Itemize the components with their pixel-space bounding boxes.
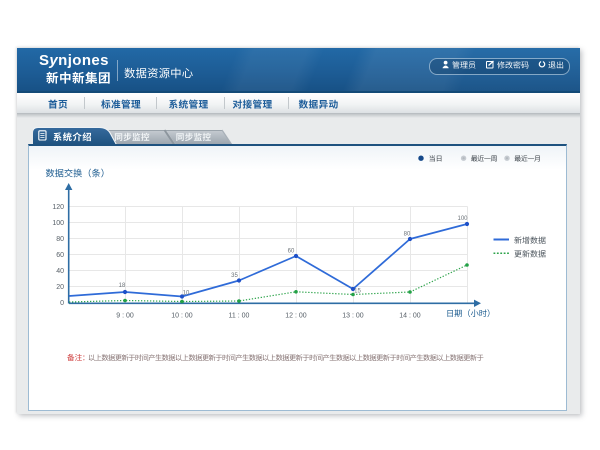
svg-text:10: 10 — [183, 291, 190, 297]
svg-text:0: 0 — [60, 300, 64, 307]
svg-text:100: 100 — [457, 216, 468, 222]
svg-text:20: 20 — [56, 284, 64, 291]
svg-text:13 : 00: 13 : 00 — [342, 312, 364, 319]
svg-text:80: 80 — [56, 236, 64, 243]
svg-text:14 : 00: 14 : 00 — [399, 312, 421, 319]
svg-text:11 : 00: 11 : 00 — [229, 312, 250, 319]
svg-text:120: 120 — [52, 204, 64, 211]
svg-text:35: 35 — [231, 273, 238, 279]
svg-text:60: 60 — [56, 252, 64, 259]
svg-text:18: 18 — [119, 283, 126, 289]
svg-text:15: 15 — [354, 289, 361, 295]
svg-text:40: 40 — [56, 268, 64, 275]
svg-text:60: 60 — [288, 249, 295, 255]
svg-text:12 : 00: 12 : 00 — [285, 312, 307, 319]
svg-text:10 : 00: 10 : 00 — [171, 312, 193, 319]
svg-text:9 : 00: 9 : 00 — [116, 312, 134, 319]
svg-text:100: 100 — [52, 220, 64, 227]
svg-text:80: 80 — [404, 232, 411, 238]
